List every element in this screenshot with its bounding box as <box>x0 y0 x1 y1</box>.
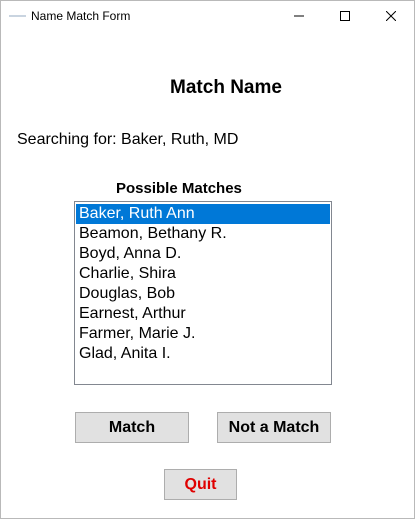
possible-matches-listbox[interactable]: Baker, Ruth Ann Beamon, Bethany R. Boyd, A… <box>74 201 332 385</box>
list-item[interactable]: Douglas, Bob <box>76 284 330 304</box>
maximize-icon <box>340 11 350 21</box>
possible-matches-heading: Possible Matches <box>116 180 242 197</box>
minimize-icon <box>294 15 304 17</box>
form-heading: Match Name <box>170 77 282 98</box>
close-icon <box>386 11 396 21</box>
name-match-window: Name Match Form Match Name Searching for… <box>0 0 415 519</box>
list-item[interactable]: Baker, Ruth Ann <box>76 204 330 224</box>
quit-button[interactable]: Quit <box>164 469 237 500</box>
title-bar[interactable]: Name Match Form <box>1 1 414 31</box>
minimize-button[interactable] <box>276 1 322 31</box>
list-item[interactable]: Farmer, Marie J. <box>76 324 330 344</box>
list-item[interactable]: Earnest, Arthur <box>76 304 330 324</box>
app-icon <box>9 15 26 17</box>
list-item[interactable]: Beamon, Bethany R. <box>76 224 330 244</box>
maximize-button[interactable] <box>322 1 368 31</box>
close-button[interactable] <box>368 1 414 31</box>
window-title: Name Match Form <box>31 9 131 23</box>
list-item[interactable]: Charlie, Shira <box>76 264 330 284</box>
search-label: Searching for: Baker, Ruth, MD <box>17 131 239 148</box>
match-button[interactable]: Match <box>75 412 189 443</box>
not-a-match-button[interactable]: Not a Match <box>217 412 331 443</box>
list-item[interactable]: Boyd, Anna D. <box>76 244 330 264</box>
list-item[interactable]: Glad, Anita I. <box>76 344 330 364</box>
